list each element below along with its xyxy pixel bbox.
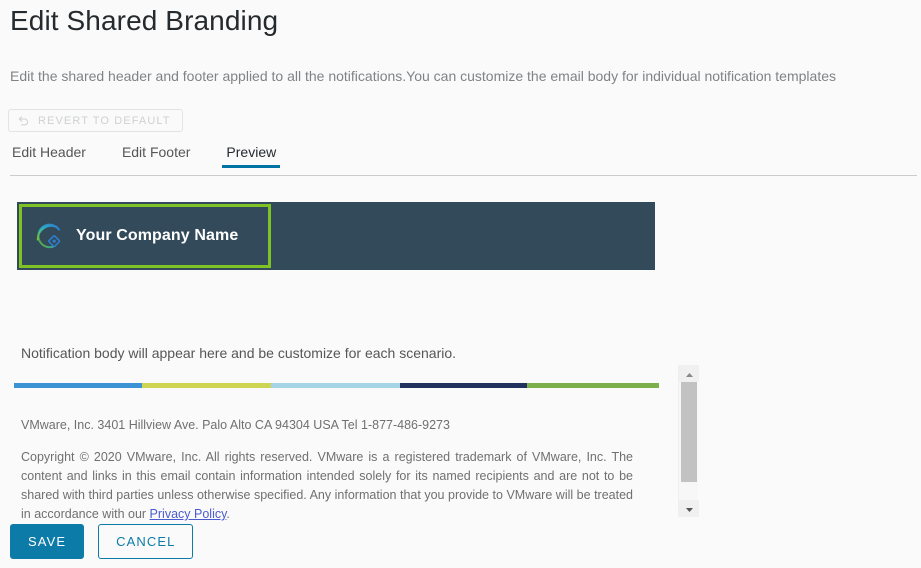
color-segment-4 (400, 383, 528, 388)
undo-arrow-icon (17, 114, 30, 127)
footer-copyright: Copyright © 2020 VMware, Inc. All rights… (21, 448, 633, 524)
save-button[interactable]: SAVE (10, 524, 85, 559)
privacy-policy-link[interactable]: Privacy Policy (150, 507, 227, 521)
edit-shared-branding-page: Edit Shared Branding Edit the shared hea… (0, 0, 921, 568)
email-header-banner: Your Company Name (17, 202, 655, 270)
footer-color-divider (14, 383, 659, 388)
tab-edit-header[interactable]: Edit Header (10, 144, 88, 168)
color-segment-1 (14, 383, 143, 388)
company-logo-icon (34, 221, 64, 251)
color-segment-5 (527, 383, 659, 388)
copyright-text: Copyright © 2020 VMware, Inc. All rights… (21, 450, 633, 521)
copyright-text-tail: . (226, 507, 230, 521)
branding-tabs: Edit Header Edit Footer Preview (0, 144, 921, 176)
footer-address: VMware, Inc. 3401 Hillview Ave. Palo Alt… (21, 418, 450, 432)
logo-highlight-box[interactable]: Your Company Name (19, 204, 271, 268)
notification-body-placeholder: Notification body will appear here and b… (21, 345, 457, 361)
page-title: Edit Shared Branding (10, 5, 279, 36)
form-actions: SAVE CANCEL (10, 524, 194, 559)
company-name-label: Your Company Name (76, 227, 239, 244)
chevron-down-icon (685, 500, 694, 518)
page-description: Edit the shared header and footer applie… (10, 68, 836, 84)
chevron-up-icon (685, 365, 694, 383)
color-segment-2 (142, 383, 272, 388)
color-segment-3 (271, 383, 401, 388)
preview-scrollbar[interactable] (678, 365, 699, 517)
tab-preview[interactable]: Preview (222, 144, 281, 168)
cancel-button[interactable]: CANCEL (98, 524, 194, 559)
tab-edit-footer[interactable]: Edit Footer (120, 144, 192, 168)
scrollbar-down-button[interactable] (679, 500, 699, 517)
scrollbar-thumb[interactable] (681, 382, 697, 482)
scrollbar-up-button[interactable] (679, 365, 699, 382)
revert-to-default-label: REVERT TO DEFAULT (38, 114, 171, 127)
revert-to-default-button[interactable]: REVERT TO DEFAULT (8, 109, 183, 132)
